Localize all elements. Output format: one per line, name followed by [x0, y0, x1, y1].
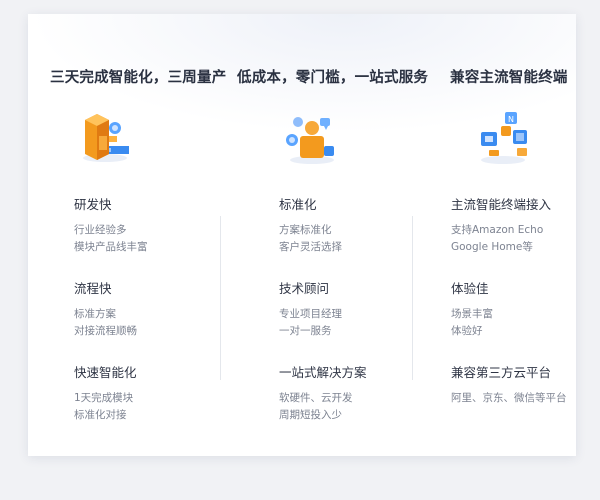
- item-desc-line: 软硬件、云开发: [279, 392, 353, 404]
- item-desc-line: 标准化对接: [74, 409, 127, 421]
- list-item: 主流智能终端接入 支持Amazon Echo Google Home等: [451, 194, 567, 256]
- item-title: 研发快: [74, 197, 112, 212]
- item-desc-line: 一对一服务: [279, 325, 332, 337]
- list-item: 兼容第三方云平台 阿里、京东、微信等平台: [451, 362, 567, 407]
- item-desc-line: 模块产品线丰富: [74, 241, 148, 253]
- item-title: 技术顾问: [279, 281, 330, 296]
- item-title: 主流智能终端接入: [451, 197, 552, 212]
- item-desc-line: 阿里、京东、微信等平台: [451, 392, 567, 404]
- item-desc-line: 客户灵活选择: [279, 241, 342, 253]
- column-title: 兼容主流智能终端: [450, 70, 568, 86]
- feature-list-speed: 研发快 行业经验多 模块产品线丰富 流程快 标准方案 对接流程顺畅 快速智能化 …: [74, 194, 148, 446]
- column-divider: [220, 216, 221, 380]
- item-title: 流程快: [74, 281, 112, 296]
- feature-column-speed: 三天完成智能化，三周量产: [50, 66, 226, 87]
- item-desc-line: 行业经验多: [74, 224, 127, 236]
- item-desc-line: 支持Amazon Echo: [451, 224, 544, 236]
- service-person-icon: [286, 117, 334, 164]
- item-title: 快速智能化: [74, 365, 137, 380]
- feature-column-compat: 兼容主流智能终端: [450, 66, 568, 87]
- item-desc-line: 场景丰富: [451, 308, 493, 320]
- item-desc-line: 1天完成模块: [74, 392, 134, 404]
- item-desc-line: 周期短投入少: [279, 409, 342, 421]
- column-divider: [412, 216, 413, 380]
- item-desc-line: 专业项目经理: [279, 308, 342, 320]
- smart-devices-icon: N: [481, 112, 527, 164]
- feature-list-compat: 主流智能终端接入 支持Amazon Echo Google Home等 体验佳 …: [451, 194, 567, 429]
- item-desc-line: 方案标准化: [279, 224, 332, 236]
- boxes-assembly-icon: [83, 114, 129, 162]
- feature-column-cost: 低成本，零门槛，一站式服务: [237, 66, 428, 87]
- list-item: 一站式解决方案 软硬件、云开发 周期短投入少: [279, 362, 367, 424]
- features-card: 三天完成智能化，三周量产 研发快 行业经验多 模块产品线丰富 流程快 标准方案 …: [28, 14, 576, 456]
- item-desc-line: 体验好: [451, 325, 483, 337]
- list-item: 流程快 标准方案 对接流程顺畅: [74, 278, 148, 340]
- item-title: 标准化: [279, 197, 317, 212]
- list-item: 快速智能化 1天完成模块 标准化对接: [74, 362, 148, 424]
- feature-list-cost: 标准化 方案标准化 客户灵活选择 技术顾问 专业项目经理 一对一服务 一站式解决…: [279, 194, 367, 446]
- item-title: 兼容第三方云平台: [451, 365, 552, 380]
- item-title: 一站式解决方案: [279, 365, 367, 380]
- svg-text:N: N: [508, 115, 514, 124]
- item-title: 体验佳: [451, 281, 489, 296]
- list-item: 研发快 行业经验多 模块产品线丰富: [74, 194, 148, 256]
- list-item: 技术顾问 专业项目经理 一对一服务: [279, 278, 367, 340]
- item-desc-line: Google Home等: [451, 241, 533, 253]
- item-desc-line: 标准方案: [74, 308, 116, 320]
- item-desc-line: 对接流程顺畅: [74, 325, 137, 337]
- list-item: 体验佳 场景丰富 体验好: [451, 278, 567, 340]
- column-title: 三天完成智能化，三周量产: [50, 70, 227, 86]
- column-title: 低成本，零门槛，一站式服务: [237, 70, 429, 86]
- list-item: 标准化 方案标准化 客户灵活选择: [279, 194, 367, 256]
